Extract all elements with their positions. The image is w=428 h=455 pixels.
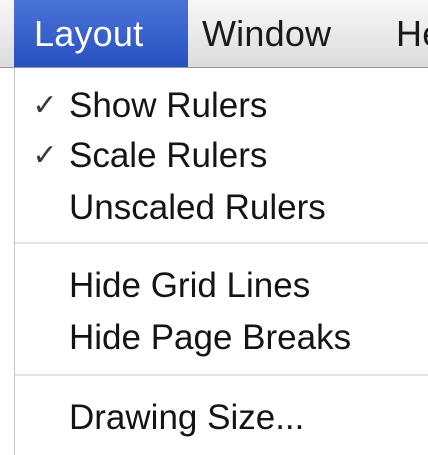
menu-item-label: Drawing Size... [69, 398, 305, 437]
menu-item-hide-page-breaks[interactable]: Hide Page Breaks [15, 310, 428, 366]
checkmark-icon: ✓ [32, 139, 58, 172]
menu-item-scale-rulers[interactable]: ✓ Scale Rulers [15, 128, 428, 184]
menu-layout[interactable]: Layout [14, 0, 188, 67]
menu-item-label: Scale Rulers [69, 136, 268, 175]
menu-item-label: Hide Grid Lines [69, 266, 311, 305]
menu-separator [15, 374, 428, 376]
menu-item-label: Show Rulers [69, 86, 268, 125]
menu-item-drawing-size[interactable]: Drawing Size... [15, 390, 428, 446]
layout-dropdown-menu: ✓ Show Rulers ✓ Scale Rulers Unscaled Ru… [14, 68, 428, 455]
menu-help[interactable]: He [396, 0, 428, 67]
menu-window[interactable]: Window [202, 0, 382, 67]
menu-bar: Layout Window He [0, 0, 428, 68]
menu-item-hide-grid-lines[interactable]: Hide Grid Lines [15, 258, 428, 314]
menu-item-show-rulers[interactable]: ✓ Show Rulers [15, 78, 428, 134]
menu-item-unscaled-rulers[interactable]: Unscaled Rulers [15, 180, 428, 236]
menu-item-label: Unscaled Rulers [69, 188, 326, 227]
menu-item-label: Hide Page Breaks [69, 318, 352, 357]
checkmark-icon: ✓ [32, 89, 58, 122]
menu-separator [15, 242, 428, 244]
